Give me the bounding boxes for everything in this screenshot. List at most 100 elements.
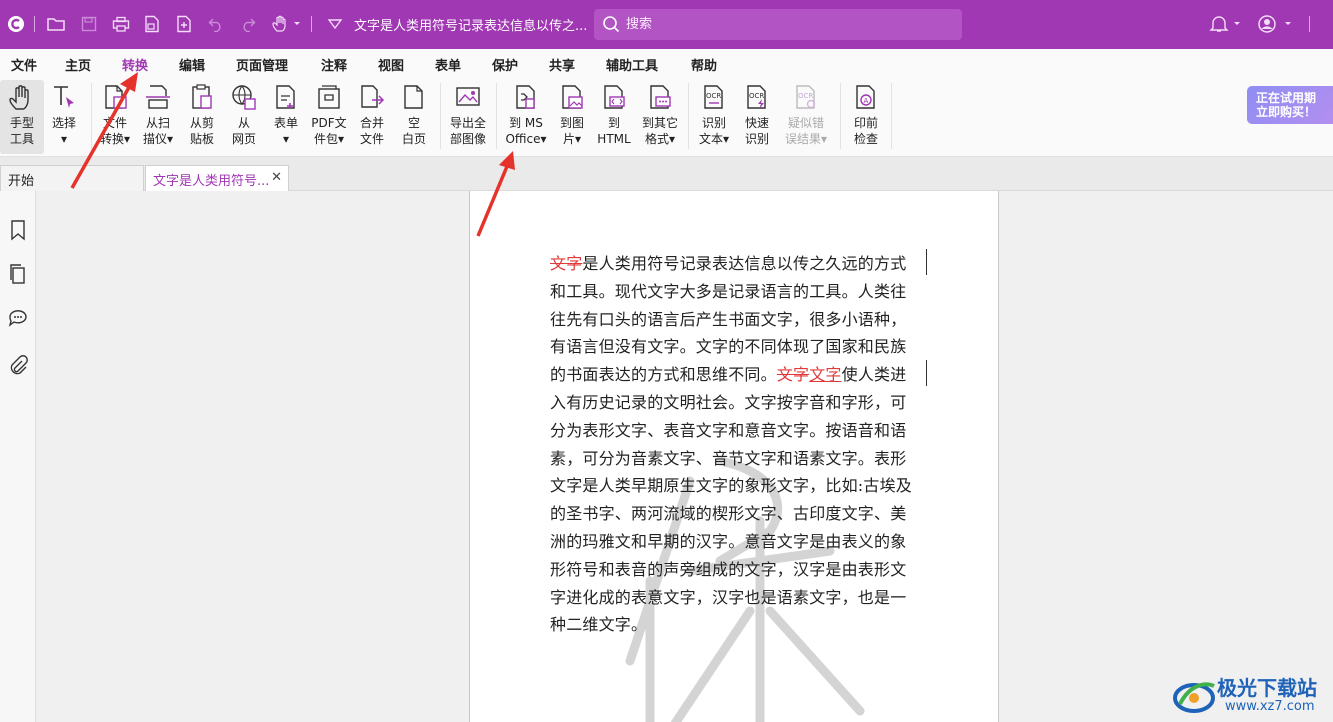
globe-icon bbox=[232, 85, 256, 110]
menu-view[interactable]: 视图 bbox=[378, 55, 404, 74]
menu-comment[interactable]: 注释 bbox=[321, 55, 347, 74]
bell-icon[interactable] bbox=[1208, 14, 1242, 34]
paragraph-part-2: 使人类进入有历史记录的文明社会。文字按字音和字形，可分为表形文字、表音文字和意音… bbox=[550, 365, 912, 635]
svg-text:OCR: OCR bbox=[798, 92, 813, 100]
ocr-text-button[interactable]: OCR 识别 文本▾ bbox=[692, 80, 736, 154]
annotation-marker[interactable] bbox=[926, 249, 927, 275]
to-image-icon bbox=[562, 85, 583, 109]
suspect-ocr-results-button[interactable]: OCR 疑似错 误结果▾ bbox=[780, 80, 832, 154]
form-button[interactable]: 表单 ▾ bbox=[264, 80, 308, 154]
office-doc-icon bbox=[516, 85, 535, 109]
document-page[interactable]: 文字是人类用符号记录表达信息以传之久远的方式和工具。现代文字大多是记录语言的工具… bbox=[469, 191, 999, 722]
menu-file[interactable]: 文件 bbox=[11, 55, 37, 74]
to-other-formats-button[interactable]: 到其它 格式▾ bbox=[636, 80, 684, 154]
account-icon[interactable] bbox=[1256, 14, 1294, 34]
site-logo-icon bbox=[1173, 682, 1215, 713]
menu-help[interactable]: 帮助 bbox=[691, 55, 717, 74]
buy-now-text: 立即购买！ bbox=[1256, 105, 1317, 119]
ribbon-separator bbox=[891, 83, 892, 149]
hand-tool-label: 手型 工具 bbox=[9, 116, 34, 146]
menu-page-management[interactable]: 页面管理 bbox=[236, 55, 288, 74]
to-html-label: 到 HTML bbox=[597, 116, 631, 146]
export-all-images-button[interactable]: 导出全 部图像 bbox=[444, 80, 492, 154]
pdf-package-label: PDF文 件包▾ bbox=[311, 116, 347, 146]
quick-ocr-button[interactable]: OCR 快速 识别 bbox=[735, 80, 779, 154]
hand-icon bbox=[9, 85, 29, 110]
new-page-icon[interactable] bbox=[174, 14, 194, 34]
menu-share[interactable]: 共享 bbox=[549, 55, 575, 74]
ocr-icon: OCR bbox=[704, 85, 723, 109]
package-icon bbox=[318, 85, 340, 109]
search-input[interactable] bbox=[626, 14, 946, 34]
undo-icon[interactable] bbox=[206, 14, 226, 34]
app-logo-icon[interactable] bbox=[6, 14, 26, 34]
from-scanner-label: 从扫 描仪▾ bbox=[142, 116, 174, 146]
annotation-marker[interactable] bbox=[926, 360, 927, 386]
pages-icon[interactable] bbox=[7, 263, 29, 285]
separator bbox=[1309, 16, 1310, 32]
chevron-down-icon[interactable] bbox=[325, 14, 345, 34]
html-icon bbox=[604, 85, 625, 109]
to-image-button[interactable]: 到图 片▾ bbox=[550, 80, 594, 154]
site-url: www.xz7.com bbox=[1225, 699, 1315, 714]
save-icon[interactable] bbox=[79, 14, 99, 34]
ribbon-separator bbox=[688, 83, 689, 149]
tab-document-label: 文字是人类用符号... bbox=[153, 174, 270, 189]
red-arrow-annotation bbox=[70, 72, 138, 189]
pdf-package-button[interactable]: PDF文 件包▾ bbox=[307, 80, 351, 154]
tab-start-label: 开始 bbox=[8, 174, 35, 189]
form-icon bbox=[276, 85, 295, 109]
bookmark-icon[interactable] bbox=[7, 219, 29, 241]
ribbon-toolbar: 手型 工具 选择 ▾ 文件 转换▾ 从扫 描仪▾ 从剪 贴板 从 网页 表单 ▾… bbox=[0, 77, 1333, 157]
blank-page-label: 空 白页 bbox=[401, 116, 426, 146]
hand-tool-dropdown-icon[interactable] bbox=[270, 14, 304, 34]
menu-protect[interactable]: 保护 bbox=[492, 55, 518, 74]
replace-text-annotation[interactable]: 文字 bbox=[809, 365, 841, 384]
to-image-label: 到图 片▾ bbox=[559, 116, 584, 146]
merge-files-label: 合并 文件 bbox=[359, 116, 384, 146]
svg-text:OCR: OCR bbox=[749, 92, 764, 100]
from-clipboard-button[interactable]: 从剪 贴板 bbox=[180, 80, 224, 154]
search-box[interactable] bbox=[594, 9, 962, 40]
document-tab-bar: 开始 文字是人类用符号... ✕ bbox=[0, 157, 1333, 191]
preflight-icon: A bbox=[856, 85, 875, 109]
svg-text:OCR: OCR bbox=[706, 92, 721, 100]
preflight-button[interactable]: A 印前 检查 bbox=[844, 80, 888, 154]
document-title: 文字是人类用符号记录表达信息以传之... bbox=[354, 19, 588, 34]
from-clipboard-label: 从剪 贴板 bbox=[189, 116, 214, 146]
attachment-icon[interactable] bbox=[7, 354, 29, 376]
hand-tool-button[interactable]: 手型 工具 bbox=[0, 80, 44, 154]
other-formats-icon bbox=[650, 85, 671, 109]
to-ms-office-button[interactable]: 到 MS Office▾ bbox=[502, 80, 550, 154]
redo-icon[interactable] bbox=[238, 14, 258, 34]
create-pdf-icon[interactable] bbox=[142, 14, 162, 34]
suspect-results-icon: OCR bbox=[796, 85, 816, 109]
merge-icon bbox=[361, 85, 385, 108]
tab-document[interactable]: 文字是人类用符号... ✕ bbox=[145, 165, 289, 191]
menu-accessibility-tools[interactable]: 辅助工具 bbox=[606, 55, 658, 74]
menu-form[interactable]: 表单 bbox=[435, 55, 461, 74]
menu-edit[interactable]: 编辑 bbox=[179, 55, 205, 74]
preflight-label: 印前 检查 bbox=[853, 116, 878, 146]
open-folder-icon[interactable] bbox=[46, 14, 66, 34]
strikethrough-annotation[interactable]: 文字 bbox=[777, 365, 809, 384]
document-body-text[interactable]: 文字是人类用符号记录表达信息以传之久远的方式和工具。现代文字大多是记录语言的工具… bbox=[550, 250, 922, 639]
blank-page-button[interactable]: 空 白页 bbox=[392, 80, 436, 154]
to-html-button[interactable]: 到 HTML bbox=[592, 80, 636, 154]
trial-status-text: 正在试用期 bbox=[1256, 91, 1317, 105]
from-web-button[interactable]: 从 网页 bbox=[222, 80, 266, 154]
separator bbox=[34, 16, 35, 32]
blank-page-icon bbox=[404, 85, 423, 109]
strikethrough-annotation[interactable]: 文字 bbox=[550, 254, 582, 273]
left-sidebar bbox=[0, 191, 36, 722]
separator bbox=[311, 16, 312, 32]
export-images-icon bbox=[456, 87, 480, 106]
search-icon bbox=[603, 16, 620, 33]
trial-buy-banner[interactable]: 正在试用期 立即购买！ bbox=[1247, 86, 1333, 124]
print-icon[interactable] bbox=[111, 14, 131, 34]
close-icon[interactable]: ✕ bbox=[271, 170, 282, 185]
svg-text:A: A bbox=[864, 97, 869, 105]
ribbon-separator bbox=[496, 83, 497, 149]
comment-icon[interactable] bbox=[7, 307, 29, 329]
merge-files-button[interactable]: 合并 文件 bbox=[350, 80, 394, 154]
